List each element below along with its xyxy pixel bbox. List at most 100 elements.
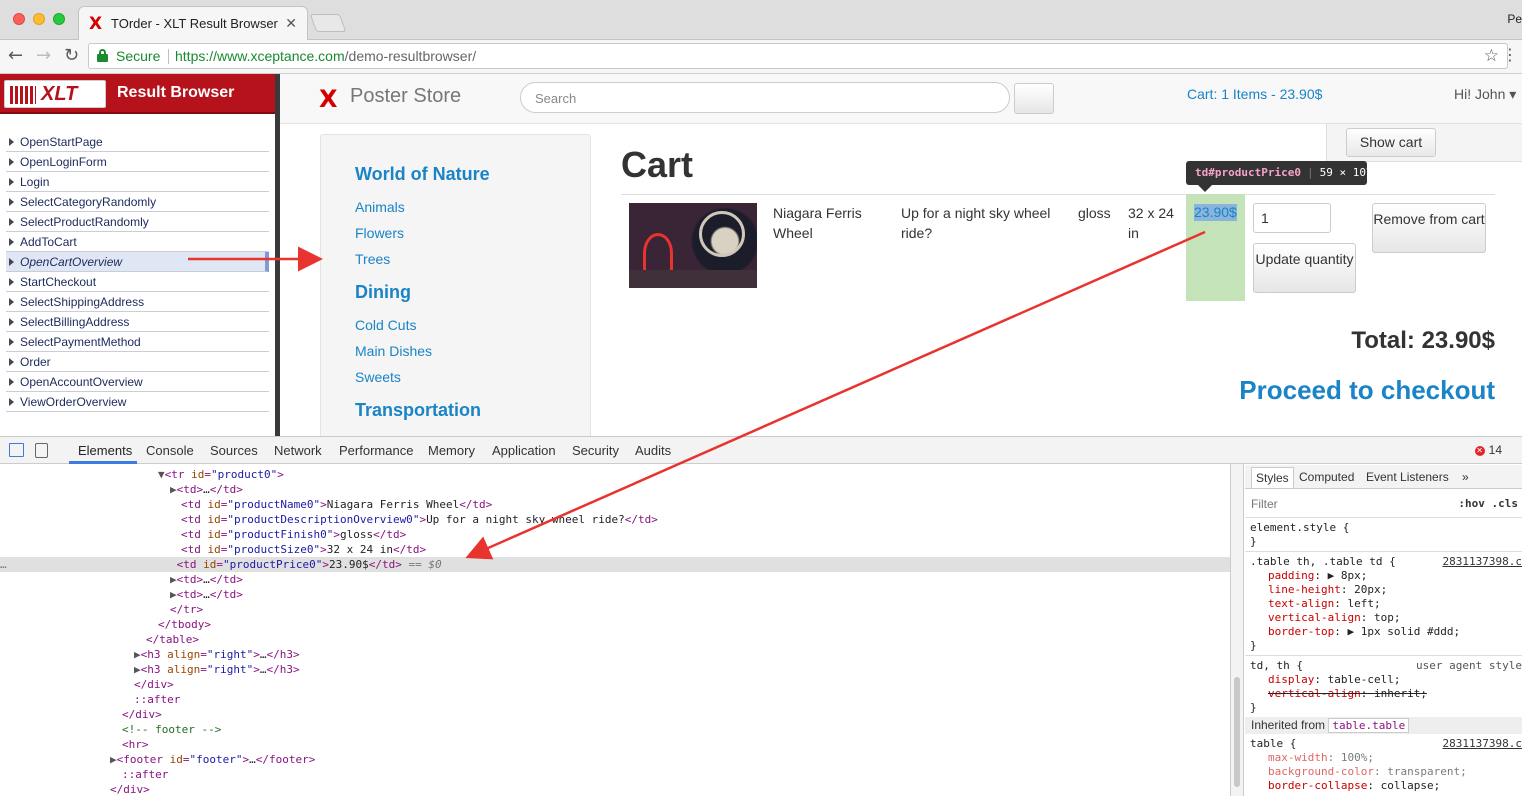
expand-arrow-icon[interactable]: [9, 197, 14, 206]
action-item[interactable]: SelectPaymentMethod: [6, 332, 269, 352]
expand-arrow-icon[interactable]: [9, 317, 14, 326]
expand-arrow-icon[interactable]: [9, 237, 14, 246]
action-item[interactable]: StartCheckout: [6, 272, 269, 292]
action-item[interactable]: OpenAccountOverview: [6, 372, 269, 392]
action-item[interactable]: Order: [6, 352, 269, 372]
dom-node[interactable]: ▶<h3 align="right">…</h3>: [134, 662, 300, 677]
expand-arrow-icon[interactable]: [9, 377, 14, 386]
dom-node[interactable]: </div>: [134, 677, 174, 692]
quantity-input[interactable]: 1: [1253, 203, 1331, 233]
element-style-rule[interactable]: element.style {: [1250, 521, 1349, 535]
css-property[interactable]: border-top: ▶ 1px solid #ddd;: [1268, 625, 1460, 639]
rule-selector[interactable]: table {: [1250, 737, 1296, 751]
product-name[interactable]: Niagara Ferris Wheel: [773, 203, 883, 243]
category-link[interactable]: Animals: [355, 199, 405, 215]
dom-node[interactable]: <td id="productSize0">32 x 24 in</td>: [181, 542, 426, 557]
action-item[interactable]: SelectShippingAddress: [6, 292, 269, 312]
dom-node[interactable]: </table>: [146, 632, 199, 647]
forward-icon[interactable]: →: [36, 45, 51, 66]
dom-node[interactable]: ▼<tr id="product0">: [158, 467, 284, 482]
category-link[interactable]: Trees: [355, 251, 390, 267]
profile-name[interactable]: Pe: [1507, 12, 1522, 26]
dom-node[interactable]: ▶<td>…</td>: [170, 587, 243, 602]
category-link[interactable]: Flowers: [355, 225, 404, 241]
expand-arrow-icon[interactable]: [9, 397, 14, 406]
back-icon[interactable]: ←: [8, 45, 23, 66]
dom-scrollbar[interactable]: [1234, 677, 1240, 787]
category-heading[interactable]: World of Nature: [355, 164, 490, 185]
category-link[interactable]: Sweets: [355, 369, 401, 385]
css-property[interactable]: vertical-align: top;: [1268, 611, 1400, 625]
address-bar[interactable]: Secure https://www.xceptance.com/demo-re…: [88, 43, 1508, 69]
more-tabs-icon[interactable]: »: [1462, 470, 1469, 484]
reload-icon[interactable]: ↻: [64, 45, 79, 66]
expand-arrow-icon[interactable]: [9, 157, 14, 166]
rule-source-link[interactable]: 2831137398.c: [1443, 737, 1522, 750]
tab-sources[interactable]: Sources: [210, 443, 258, 458]
minimize-window-button[interactable]: [33, 13, 45, 25]
menu-icon[interactable]: ⋮: [1502, 45, 1518, 64]
css-property[interactable]: text-align: left;: [1268, 597, 1381, 611]
category-link[interactable]: Cold Cuts: [355, 317, 416, 333]
hov-cls-toggle[interactable]: :hov .cls: [1458, 497, 1518, 510]
action-item[interactable]: OpenLoginForm: [6, 152, 269, 172]
tab-security[interactable]: Security: [572, 443, 619, 458]
action-item[interactable]: ViewOrderOverview: [6, 392, 269, 412]
action-item[interactable]: SelectProductRandomly: [6, 212, 269, 232]
zoom-window-button[interactable]: [53, 13, 65, 25]
action-item[interactable]: SelectBillingAddress: [6, 312, 269, 332]
expand-arrow-icon[interactable]: [9, 137, 14, 146]
dom-node[interactable]: <!-- footer -->: [122, 722, 221, 737]
search-button[interactable]: [1014, 83, 1054, 114]
dom-node[interactable]: <hr>: [122, 737, 149, 752]
browser-tab[interactable]: X TOrder - XLT Result Browser ✕: [78, 6, 308, 40]
store-name[interactable]: Poster Store: [350, 85, 461, 108]
category-link[interactable]: Main Dishes: [355, 343, 432, 359]
rule-selector[interactable]: td, th {: [1250, 659, 1303, 673]
dom-node[interactable]: ▶<h3 align="right">…</h3>: [134, 647, 300, 662]
dom-node[interactable]: </div>: [122, 707, 162, 722]
dom-node[interactable]: <td id="productName0">Niagara Ferris Whe…: [181, 497, 492, 512]
remove-from-cart-button[interactable]: Remove from cart: [1372, 203, 1486, 253]
dom-node[interactable]: <td id="productFinish0">gloss</td>: [181, 527, 406, 542]
expand-arrow-icon[interactable]: [9, 297, 14, 306]
tab-console[interactable]: Console: [146, 443, 194, 458]
update-quantity-button[interactable]: Update quantity: [1253, 243, 1356, 293]
category-heading[interactable]: Dining: [355, 282, 411, 303]
user-menu[interactable]: Hi! John ▾: [1454, 86, 1516, 103]
close-window-button[interactable]: [13, 13, 25, 25]
action-item[interactable]: SelectCategoryRandomly: [6, 192, 269, 212]
tab-memory[interactable]: Memory: [428, 443, 475, 458]
expand-arrow-icon[interactable]: [9, 337, 14, 346]
action-item[interactable]: AddToCart: [6, 232, 269, 252]
styles-filter-input[interactable]: Filter: [1251, 497, 1278, 511]
css-property[interactable]: line-height: 20px;: [1268, 583, 1387, 597]
inherited-element-link[interactable]: table.table: [1328, 718, 1410, 733]
dom-node[interactable]: <td id="productDescriptionOverview0">Up …: [181, 512, 658, 527]
device-toolbar-icon[interactable]: [35, 443, 48, 458]
dom-node[interactable]: </div>: [110, 782, 150, 796]
dom-node[interactable]: ::after: [134, 692, 180, 707]
dom-node[interactable]: </tbody>: [158, 617, 211, 632]
store-logo-icon[interactable]: X: [319, 85, 338, 113]
css-property[interactable]: background-color: transparent;: [1268, 765, 1467, 779]
action-item[interactable]: Login: [6, 172, 269, 192]
dom-node[interactable]: </tr>: [170, 602, 203, 617]
tab-network[interactable]: Network: [274, 443, 322, 458]
css-property[interactable]: max-width: 100%;: [1268, 751, 1374, 765]
tab-performance[interactable]: Performance: [339, 443, 413, 458]
tab-computed[interactable]: Computed: [1299, 470, 1354, 484]
css-property[interactable]: border-collapse: collapse;: [1268, 779, 1440, 793]
selected-dom-node[interactable]: … <td id="productPrice0">23.90$</td> == $…: [0, 557, 1230, 572]
tab-event-listeners[interactable]: Event Listeners: [1366, 470, 1449, 484]
new-tab-button[interactable]: [309, 14, 347, 32]
star-icon[interactable]: ☆: [1484, 46, 1499, 66]
cart-summary-link[interactable]: Cart: 1 Items - 23.90$: [1187, 86, 1322, 102]
category-heading[interactable]: Transportation: [355, 400, 481, 421]
dom-node[interactable]: ▶<td>…</td>: [170, 572, 243, 587]
search-input[interactable]: Search: [520, 82, 1010, 113]
css-property[interactable]: padding: ▶ 8px;: [1268, 569, 1367, 583]
tab-close-icon[interactable]: ✕: [285, 15, 297, 32]
tab-application[interactable]: Application: [492, 443, 556, 458]
proceed-to-checkout-link[interactable]: Proceed to checkout: [1239, 375, 1495, 406]
